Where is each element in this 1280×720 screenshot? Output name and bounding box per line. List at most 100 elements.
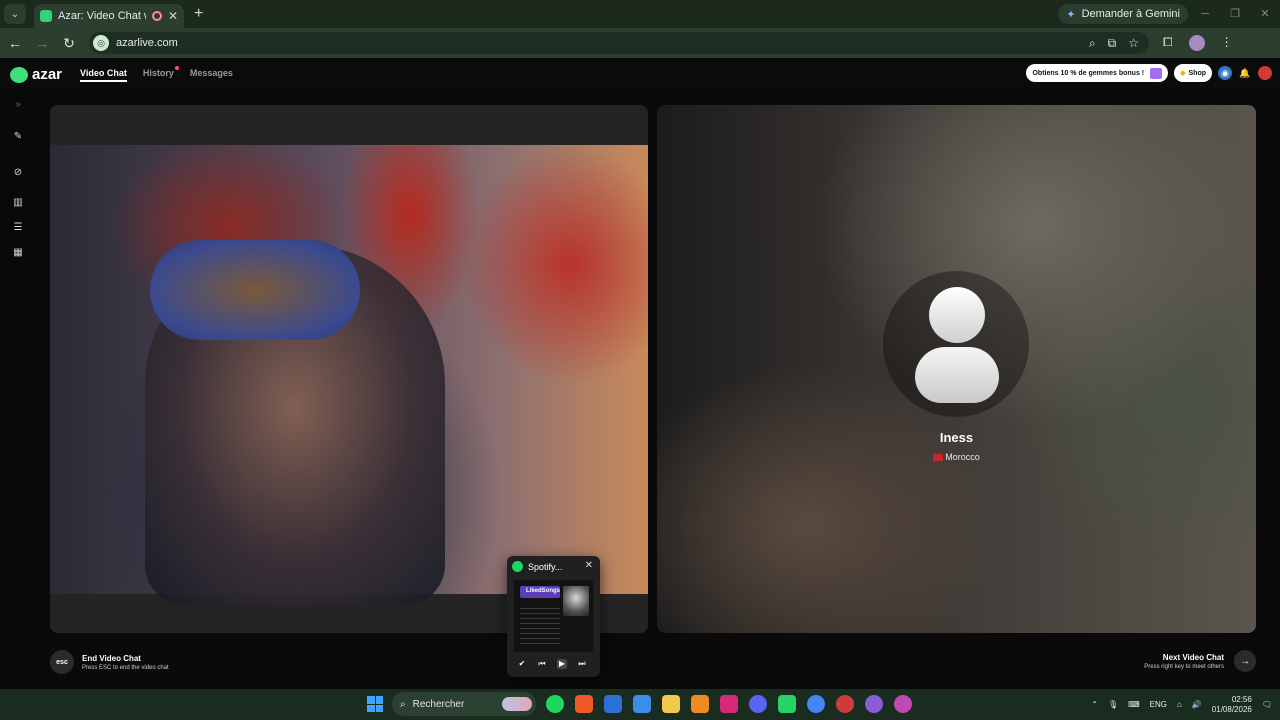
layout-grid-icon[interactable]: ▦ [11,247,25,261]
window-controls: ─ ❐ ✕ [1190,0,1280,28]
gemini-label: Demander à Gemini [1081,8,1180,20]
peer-avatar-body-icon [915,347,999,403]
main-nav: Video Chat History Messages [80,65,233,82]
install-icon[interactable]: ⧉ [1108,36,1117,51]
end-chat-control[interactable]: esc End Video Chat Press ESC to end the … [50,650,169,674]
avatar[interactable] [1258,66,1272,80]
compass-icon[interactable]: ⊘ [11,167,25,181]
browser-tab-bar: ⌄ Azar: Video Chat with New ✕ + ✦ Demand… [0,0,1280,28]
gem-icon: ◆ [1180,70,1186,77]
browser-tab[interactable]: Azar: Video Chat with New ✕ [34,4,184,28]
close-window-icon[interactable]: ✕ [1250,0,1280,28]
store-app-icon[interactable] [633,695,651,713]
end-chat-title: End Video Chat [82,653,141,663]
previous-track-icon[interactable]: ⏮ [537,659,547,669]
play-icon[interactable]: ▶ [557,659,567,669]
nav-history[interactable]: History [142,65,179,82]
end-chat-hint: End Video Chat Press ESC to end the vide… [82,654,169,671]
zoom-icon[interactable]: ⌕ [1089,36,1096,51]
back-icon[interactable]: ← [3,35,27,51]
magic-wand-icon[interactable]: ✎ [11,131,25,145]
network-icon[interactable]: ⌂ [1177,700,1182,709]
bookmark-star-icon[interactable]: ☆ [1128,36,1139,51]
taskbar-apps [546,695,912,713]
restore-icon[interactable]: ❐ [1220,0,1250,28]
omnibox-actions: ⌕ ⧉ ☆ [1089,36,1149,51]
layout-stacked-icon[interactable]: ☰ [11,222,25,236]
next-chat-control[interactable]: Next Video Chat Press right key to meet … [1144,650,1256,672]
spotify-popup-header: Spotify... [512,561,562,572]
system-tray: ⌃ 🎙 ⌨ ENG ⌂ 🔊 02:56 01/08/2026 🗨 [1091,689,1272,720]
like-icon[interactable]: ✔ [517,659,527,669]
tab-list-icon[interactable]: ⌄ [4,4,26,24]
azar-logo[interactable]: azar [10,66,62,83]
peer-name: Iness [939,430,974,445]
shop-button[interactable]: ◆ Shop [1174,64,1212,82]
spotify-popup-title: Spotify... [528,561,563,572]
close-tab-icon[interactable]: ✕ [168,9,178,23]
shield-app-icon[interactable] [604,695,622,713]
new-tab-icon[interactable]: + [194,5,203,23]
extensions-icon[interactable]: ⧠ [1163,35,1173,51]
media-controls: ✔ ⏮ ▶ ⏭ [517,659,587,669]
nav-messages[interactable]: Messages [190,68,233,82]
vlc-app-icon[interactable] [691,695,709,713]
chrome-profile-4-icon[interactable] [894,695,912,713]
forward-icon[interactable]: → [30,35,54,51]
chrome-profile-3-icon[interactable] [865,695,883,713]
file-explorer-icon[interactable] [662,695,680,713]
spotify-preview[interactable]: LikedSongs [514,580,593,652]
azar-logo-icon [10,66,28,83]
chrome-profile-2-icon[interactable] [836,695,854,713]
arrow-right-icon[interactable]: → [1234,650,1256,672]
instagram-app-icon[interactable] [720,695,738,713]
peer-avatar-head-icon [929,287,985,343]
brave-app-icon[interactable] [575,695,593,713]
whatsapp-app-icon[interactable] [778,695,796,713]
next-chat-title: Next Video Chat [1162,652,1224,662]
chevron-up-icon[interactable]: ⌃ [1091,700,1098,709]
expand-rail-icon[interactable]: » [11,99,25,113]
notification-icon[interactable]: 🗨 [1262,700,1272,709]
esc-key-button[interactable]: esc [50,650,74,674]
next-chat-hint: Next Video Chat Press right key to meet … [1144,653,1224,670]
next-track-icon[interactable]: ⏭ [577,659,587,669]
minimize-icon[interactable]: ─ [1190,0,1220,28]
profile-icon[interactable] [1188,35,1205,51]
gemini-button[interactable]: ✦ Demander à Gemini [1058,4,1188,24]
peer-country: Morocco [657,452,1256,462]
taskbar-search[interactable]: ⌕ Rechercher [392,692,536,716]
spotify-app-icon[interactable] [546,695,564,713]
language-indicator[interactable]: ENG [1150,700,1167,709]
discord-app-icon[interactable] [749,695,767,713]
reload-icon[interactable]: ↻ [57,35,81,52]
tab-title: Azar: Video Chat with New [58,10,146,22]
gemini-icon: ✦ [1066,8,1076,21]
omnibox[interactable]: ◎ azarlive.com ⌕ ⧉ ☆ [89,32,1149,54]
nav-video-chat[interactable]: Video Chat [80,68,127,82]
chat-icon[interactable]: ◉ [1218,66,1232,80]
gift-icon [1150,67,1163,79]
microphone-icon[interactable]: 🎙 [1108,700,1118,709]
search-placeholder: Rechercher [412,698,465,710]
peer-country-label: Morocco [945,452,980,462]
nav-history-label: History [142,67,174,78]
bell-icon[interactable]: 🔔 [1238,66,1252,80]
gem-bonus-promo[interactable]: Obtiens 10 % de gemmes bonus ! [1026,64,1169,82]
menu-icon[interactable]: ⋮ [1221,35,1233,51]
volume-icon[interactable]: 🔊 [1192,700,1202,709]
spotify-icon [512,561,523,572]
promo-text: Obtiens 10 % de gemmes bonus ! [1032,69,1145,77]
site-info-icon[interactable]: ◎ [93,35,109,51]
clock[interactable]: 02:56 01/08/2026 [1212,695,1252,715]
chrome-app-icon[interactable] [807,695,825,713]
keyboard-icon[interactable]: ⌨ [1128,700,1140,709]
local-camera-panel [50,105,648,633]
windows-start-icon[interactable] [367,696,383,712]
close-icon[interactable]: ✕ [585,560,593,571]
playlist-label: LikedSongs [526,588,561,594]
app-header: azar Video Chat History Messages Obtiens… [0,58,1280,91]
spotify-thumbnail-popup[interactable]: Spotify... ✕ LikedSongs ✔ ⏮ ▶ ⏭ [507,556,600,677]
layout-side-by-side-icon[interactable]: ▥ [11,197,25,211]
remote-video-panel: Iness Morocco [657,105,1256,633]
